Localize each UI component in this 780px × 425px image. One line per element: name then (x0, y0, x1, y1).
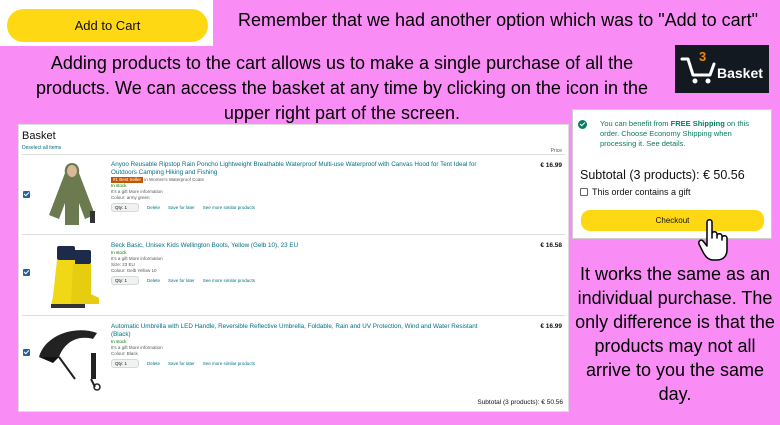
checkout-panel: You can benefit from FREE Shipping on th… (572, 109, 772, 239)
quantity-select[interactable]: Qty: 1 (111, 203, 139, 212)
checkbox-icon (580, 188, 588, 196)
basket-item: Beck Basic, Unisex Kids Wellington Boots… (19, 236, 568, 316)
save-for-later-link[interactable]: Save for later (168, 361, 195, 366)
item-checkbox[interactable] (23, 191, 30, 198)
basket-label: Basket (717, 65, 763, 81)
delete-link[interactable]: Delete (147, 361, 160, 366)
check-circle-icon (578, 120, 587, 129)
add-to-cart-example: Add to Cart (0, 0, 213, 46)
poncho-image (49, 163, 95, 225)
item-title[interactable]: Beck Basic, Unisex Kids Wellington Boots… (111, 242, 481, 250)
save-for-later-link[interactable]: Save for later (168, 205, 195, 210)
item-checkbox[interactable] (23, 349, 30, 356)
basket-nav-button[interactable]: 3 Basket (675, 45, 769, 93)
item-title[interactable]: Anyoo Reusable Ripstop Rain Poncho Light… (111, 161, 481, 177)
explanation-text: It works the same as an individual purch… (575, 264, 775, 404)
add-to-cart-button[interactable]: Add to Cart (7, 9, 208, 42)
item-colour: Colour: Black (111, 351, 138, 356)
item-title[interactable]: Automatic Umbrella with LED Handle, Reve… (111, 323, 481, 339)
see-similar-link[interactable]: See more similar products (203, 205, 255, 210)
badge-context: in Women's Waterproof Coats (144, 177, 204, 182)
boots-image (51, 246, 99, 308)
basket-item: Anyoo Reusable Ripstop Rain Poncho Light… (19, 155, 568, 235)
umbrella-image (39, 330, 101, 391)
see-similar-link[interactable]: See more similar products (203, 361, 255, 366)
intro-text: Adding products to the cart allows us to… (36, 53, 648, 123)
delete-link[interactable]: Delete (147, 278, 160, 283)
item-price: € 16.99 (540, 162, 562, 169)
gift-order-checkbox[interactable]: This order contains a gift (580, 187, 691, 197)
basket-subtotal: Subtotal (3 products): € 50.56 (477, 399, 563, 406)
basket-item: Automatic Umbrella with LED Handle, Reve… (19, 317, 568, 397)
delete-link[interactable]: Delete (147, 205, 160, 210)
basket-panel: Basket Deselect all items Price Anyoo Re… (18, 124, 569, 412)
checkout-subtotal: Subtotal (3 products): € 50.56 (580, 168, 745, 182)
item-checkbox[interactable] (23, 269, 30, 276)
item-colour: Colour: Gelb Yellow 10 (111, 268, 157, 273)
item-colour: Colour: army green (111, 195, 150, 200)
free-shipping-notice: You can benefit from FREE Shipping on th… (600, 119, 749, 148)
item-price: € 16.99 (540, 323, 562, 330)
basket-count: 3 (699, 49, 707, 64)
quantity-select[interactable]: Qty: 1 (111, 359, 139, 368)
headline: Remember that we had another option whic… (237, 10, 759, 30)
item-price: € 16.58 (540, 242, 562, 249)
cart-icon (680, 57, 716, 84)
deselect-all-link[interactable]: Deselect all items (22, 145, 61, 151)
gift-order-label: This order contains a gift (592, 187, 691, 197)
see-similar-link[interactable]: See more similar products (203, 278, 255, 283)
save-for-later-link[interactable]: Save for later (168, 278, 195, 283)
quantity-select[interactable]: Qty: 1 (111, 276, 139, 285)
basket-title: Basket (22, 130, 56, 142)
hand-pointer-icon (698, 219, 728, 261)
